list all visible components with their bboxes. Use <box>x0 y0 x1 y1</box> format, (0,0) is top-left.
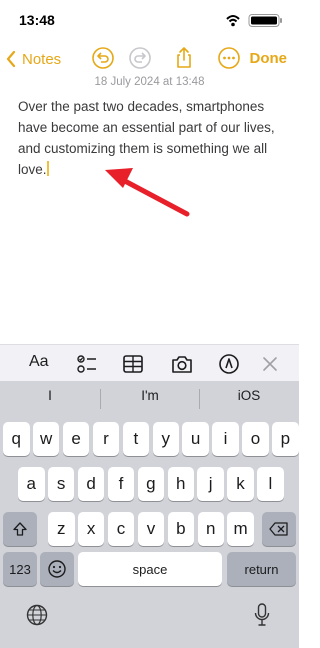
key-y[interactable]: y <box>152 422 179 456</box>
key-g[interactable]: g <box>137 467 165 501</box>
camera-icon[interactable] <box>170 353 194 375</box>
space-key[interactable]: space <box>78 552 222 586</box>
key-x[interactable]: x <box>77 512 105 546</box>
key-n[interactable]: n <box>197 512 224 546</box>
numbers-key[interactable]: 123 <box>3 552 37 586</box>
more-icon[interactable] <box>217 46 241 70</box>
text-caret <box>46 161 49 176</box>
key-j[interactable]: j <box>197 467 224 501</box>
backspace-key[interactable] <box>262 512 296 546</box>
key-a[interactable]: a <box>18 467 45 501</box>
return-key[interactable]: return <box>227 552 296 586</box>
notes-back-button[interactable]: Notes <box>6 48 61 70</box>
suggestion-2[interactable]: I'm <box>105 388 195 403</box>
key-r[interactable]: r <box>92 422 120 456</box>
share-icon[interactable] <box>172 46 196 70</box>
key-w[interactable]: w <box>32 422 60 456</box>
suggestion-divider <box>199 389 200 409</box>
emoji-key[interactable] <box>40 552 74 586</box>
key-f[interactable]: f <box>107 467 135 501</box>
key-q[interactable]: q <box>3 422 30 456</box>
key-c[interactable]: c <box>107 512 135 546</box>
keyboard: I I'm iOS qwertyuiop asdfghjkl zxcvbnm 1… <box>0 381 299 648</box>
suggestion-3[interactable]: iOS <box>204 388 294 403</box>
checklist-icon[interactable] <box>76 353 98 375</box>
key-z[interactable]: z <box>48 512 75 546</box>
note-date: 18 July 2024 at 13:48 <box>94 76 205 88</box>
wifi-icon <box>226 15 240 27</box>
key-i[interactable]: i <box>212 422 239 456</box>
markup-pen-icon[interactable] <box>218 353 240 375</box>
battery-icon <box>248 14 282 27</box>
key-o[interactable]: o <box>242 422 269 456</box>
key-v[interactable]: v <box>137 512 165 546</box>
close-toolbar-icon[interactable] <box>260 353 280 375</box>
key-e[interactable]: e <box>62 422 90 456</box>
key-k[interactable]: k <box>227 467 254 501</box>
formatting-toolbar: Aa <box>0 344 299 382</box>
shift-key[interactable] <box>3 512 37 546</box>
key-t[interactable]: t <box>122 422 150 456</box>
text-format-button[interactable]: Aa <box>29 353 49 375</box>
key-u[interactable]: u <box>182 422 209 456</box>
redo-icon[interactable] <box>128 46 152 70</box>
annotation-arrow-icon <box>105 168 190 217</box>
key-b[interactable]: b <box>167 512 195 546</box>
suggestion-1[interactable]: I <box>5 388 95 403</box>
key-h[interactable]: h <box>167 467 194 501</box>
backspace-icon <box>269 522 288 536</box>
key-p[interactable]: p <box>272 422 299 456</box>
done-button[interactable]: Done <box>250 50 288 67</box>
back-label: Notes <box>22 50 62 68</box>
key-l[interactable]: l <box>257 467 284 501</box>
status-time: 13:48 <box>19 12 55 28</box>
status-icons <box>226 14 282 27</box>
shift-icon <box>13 522 27 536</box>
table-icon[interactable] <box>122 353 144 375</box>
chevron-left-icon <box>6 50 16 68</box>
key-s[interactable]: s <box>47 467 75 501</box>
globe-icon[interactable] <box>25 603 49 627</box>
microphone-icon[interactable] <box>252 602 272 628</box>
undo-icon[interactable] <box>91 46 115 70</box>
key-m[interactable]: m <box>227 512 254 546</box>
suggestion-divider <box>100 389 101 409</box>
emoji-icon <box>48 560 66 578</box>
key-d[interactable]: d <box>77 467 105 501</box>
